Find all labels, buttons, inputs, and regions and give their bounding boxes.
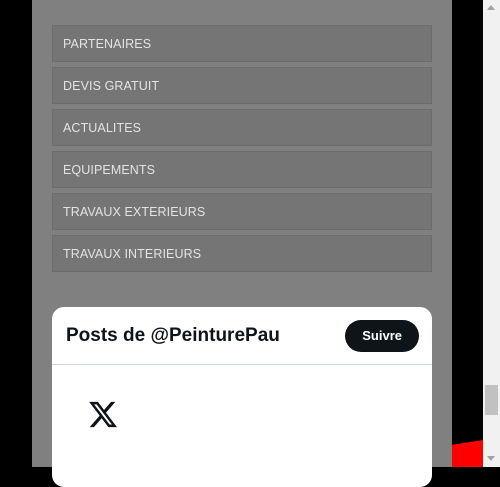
vertical-scrollbar[interactable] — [483, 0, 500, 467]
x-logo-icon[interactable] — [86, 399, 120, 430]
menu-item-label: TRAVAUX INTERIEURS — [63, 246, 202, 261]
menu-item-label: DEVIS GRATUIT — [63, 78, 160, 93]
scroll-down-arrow-icon[interactable] — [487, 456, 495, 461]
menu-item-travaux-exterieurs[interactable]: TRAVAUX EXTERIEURS — [52, 193, 432, 230]
menu-item-equipements[interactable]: EQUIPEMENTS — [52, 151, 432, 188]
category-menu: PARTENAIRES DEVIS GRATUIT ACTUALITES EQU… — [52, 25, 432, 277]
widget-title[interactable]: Posts de @PeinturePau — [66, 325, 280, 347]
scroll-thumb[interactable] — [485, 385, 498, 415]
twitter-timeline-widget: Posts de @PeinturePau Suivre — [52, 307, 432, 487]
menu-item-actualites[interactable]: ACTUALITES — [52, 109, 432, 146]
menu-item-travaux-interieurs[interactable]: TRAVAUX INTERIEURS — [52, 235, 432, 272]
widget-header: Posts de @PeinturePau Suivre — [52, 307, 432, 365]
menu-item-label: PARTENAIRES — [63, 36, 152, 51]
scroll-up-arrow-icon[interactable] — [487, 5, 495, 10]
menu-item-devis-gratuit[interactable]: DEVIS GRATUIT — [52, 67, 432, 104]
content-panel: PARTENAIRES DEVIS GRATUIT ACTUALITES EQU… — [32, 0, 452, 487]
menu-item-label: ACTUALITES — [63, 120, 142, 135]
menu-item-label: EQUIPEMENTS — [63, 162, 156, 177]
red-decorative-shape — [452, 440, 483, 467]
menu-item-label: TRAVAUX EXTERIEURS — [63, 204, 206, 219]
menu-item-partenaires[interactable]: PARTENAIRES — [52, 25, 432, 62]
follow-button[interactable]: Suivre — [345, 319, 419, 352]
